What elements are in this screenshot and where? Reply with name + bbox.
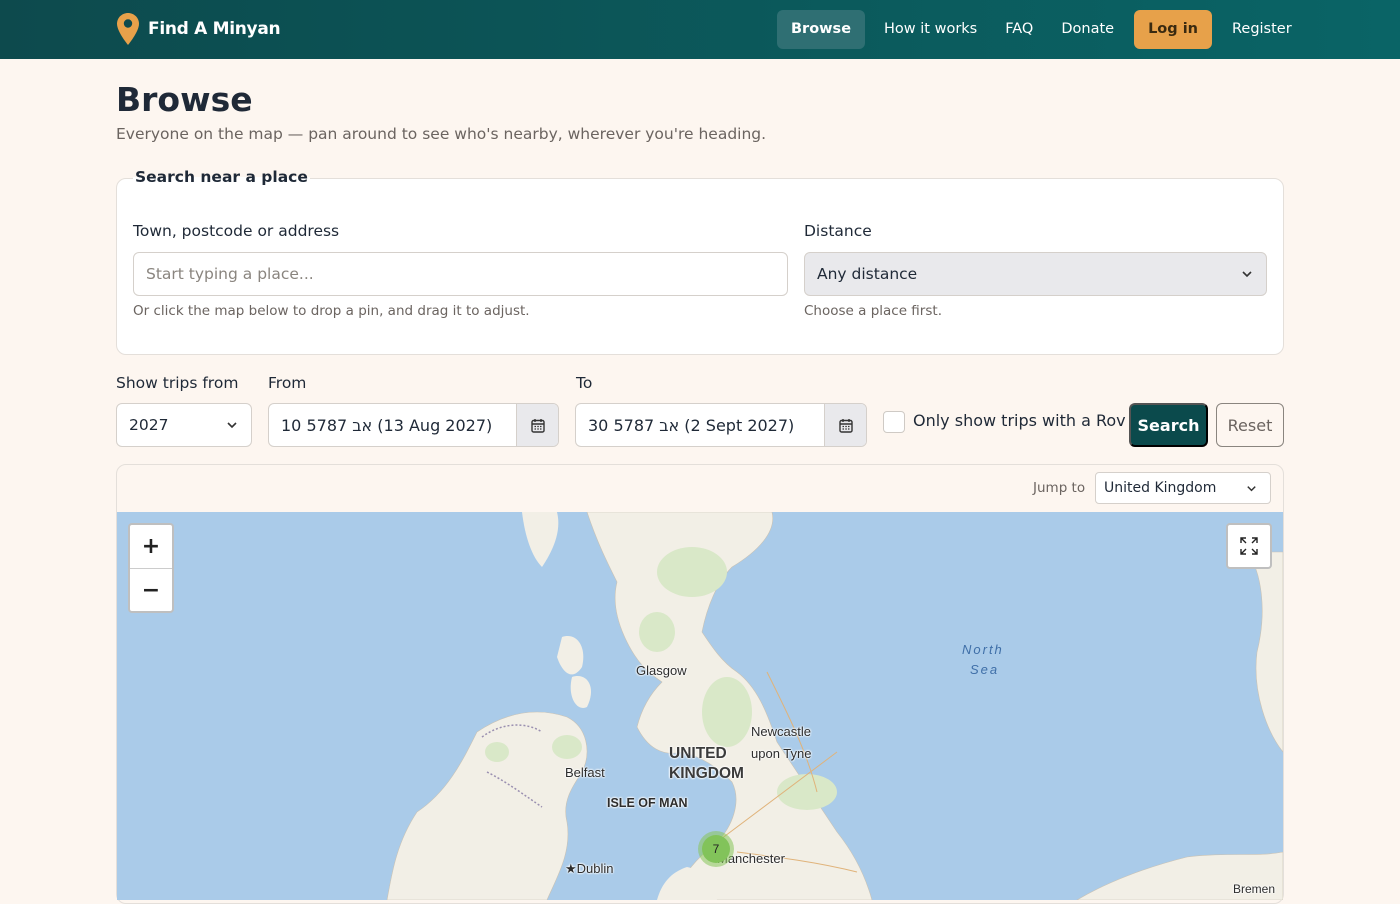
zoom-out-button[interactable]: − (130, 568, 172, 611)
to-date-value: 30 אב 5787 (2 Sept 2027) (588, 415, 795, 435)
top-nav: Find A Minyan Browse How it works FAQ Do… (0, 0, 1400, 59)
search-legend: Search near a place (133, 168, 310, 186)
place-search-input[interactable] (133, 252, 788, 296)
map-label-bremen: Bremen (1233, 882, 1276, 896)
nav-how-it-works[interactable]: How it works (870, 10, 991, 49)
calendar-icon[interactable] (824, 404, 866, 446)
chevron-down-icon (1247, 486, 1256, 492)
map-label-newcastle: Newcastle (751, 724, 811, 739)
map-label-newcastle-2: upon Tyne (751, 746, 812, 761)
place-label: Town, postcode or address (133, 222, 340, 240)
brand-logo[interactable]: Find A Minyan (116, 12, 281, 46)
distance-label: Distance (804, 222, 872, 240)
year-label: Show trips from (116, 374, 239, 392)
calendar-icon[interactable] (516, 404, 558, 446)
page-subtitle: Everyone on the map — pan around to see … (116, 125, 767, 143)
login-button[interactable]: Log in (1134, 10, 1212, 49)
to-date-input[interactable]: 30 אב 5787 (2 Sept 2027) (575, 403, 867, 447)
nav-register[interactable]: Register (1218, 10, 1306, 49)
map-label-glasgow: Glasgow (636, 663, 687, 678)
reset-button[interactable]: Reset (1216, 403, 1284, 447)
map-label-north-sea: North (962, 642, 1004, 657)
map-label-north-sea-2: Sea (970, 662, 1000, 677)
nav-faq[interactable]: FAQ (991, 10, 1047, 49)
cluster-count: 7 (702, 835, 730, 863)
map-label-isle-of-man: ISLE OF MAN (607, 796, 688, 810)
rov-checkbox-label[interactable]: Only show trips with a Rov (913, 411, 1126, 430)
year-value: 2027 (129, 416, 169, 434)
from-date-value: 10 אב 5787 (13 Aug 2027) (281, 415, 493, 435)
jump-to-value: United Kingdom (1104, 480, 1217, 496)
map-label-dublin: ★Dublin (565, 861, 614, 876)
chevron-down-icon (1242, 271, 1252, 278)
chevron-down-icon (227, 422, 237, 429)
search-button[interactable]: Search (1129, 403, 1208, 447)
year-select[interactable]: 2027 (116, 403, 252, 447)
distance-help-text: Choose a place first. (804, 303, 942, 319)
from-date-input[interactable]: 10 אב 5787 (13 Aug 2027) (268, 403, 559, 447)
from-label: From (268, 374, 307, 392)
nav-donate[interactable]: Donate (1047, 10, 1128, 49)
jump-to-label: Jump to (1033, 480, 1086, 496)
rov-checkbox[interactable] (883, 411, 905, 433)
page-title: Browse (116, 80, 253, 119)
to-label: To (576, 374, 593, 392)
map-cluster-marker[interactable]: 7 (698, 831, 734, 867)
map-label-uk: UNITED (669, 745, 727, 762)
distance-select[interactable]: Any distance (804, 252, 1267, 296)
nav-browse[interactable]: Browse (777, 10, 866, 49)
distance-value: Any distance (817, 265, 918, 283)
nav-links: Browse How it works FAQ Donate Log in Re… (777, 10, 1306, 49)
place-help-text: Or click the map below to drop a pin, an… (133, 303, 530, 319)
expand-icon (1240, 537, 1258, 555)
zoom-in-button[interactable]: + (130, 525, 172, 568)
map-pin-icon (117, 13, 139, 45)
map-label-belfast: Belfast (565, 765, 605, 780)
fullscreen-button[interactable] (1226, 523, 1272, 569)
brand-name: Find A Minyan (148, 19, 281, 39)
map-label-uk-2: KINGDOM (669, 765, 744, 782)
jump-to-select[interactable]: United Kingdom (1095, 472, 1271, 504)
zoom-control: + − (128, 523, 174, 613)
